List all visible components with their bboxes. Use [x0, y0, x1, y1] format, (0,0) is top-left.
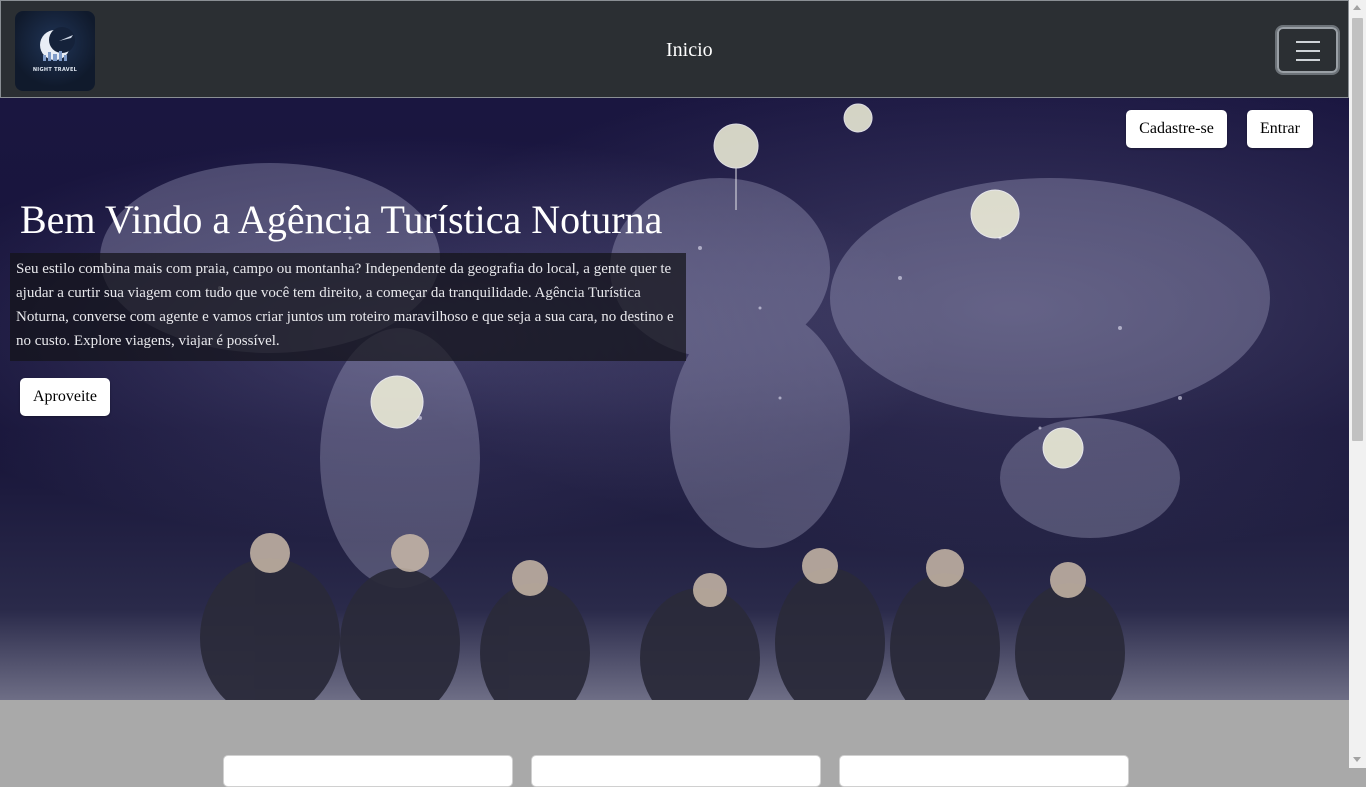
brand-logo[interactable]: NIGHT TRAVEL: [15, 11, 95, 91]
logo-text: NIGHT TRAVEL: [32, 67, 78, 73]
cta-button[interactable]: Aproveite: [20, 378, 110, 416]
vertical-scrollbar[interactable]: [1349, 0, 1366, 768]
navbar: NIGHT TRAVEL Inicio: [0, 0, 1349, 98]
navbar-toggler-button[interactable]: [1277, 27, 1338, 73]
login-button[interactable]: Entrar: [1247, 110, 1313, 148]
scroll-down-icon[interactable]: [1353, 757, 1361, 762]
scroll-up-icon[interactable]: [1353, 5, 1361, 10]
crescent-moon-icon: [40, 27, 75, 61]
scrollbar-thumb[interactable]: [1352, 18, 1363, 441]
hamburger-menu-icon: [1296, 59, 1320, 61]
card[interactable]: [839, 755, 1129, 787]
world-map-background-image: [100, 103, 1270, 700]
signup-button[interactable]: Cadastre-se: [1126, 110, 1227, 148]
nav-link-inicio[interactable]: Inicio: [666, 39, 713, 62]
card[interactable]: [531, 755, 821, 787]
hero-title: Bem Vindo a Agência Turística Noturna: [20, 197, 663, 242]
hero-section: Cadastre-se Entrar Bem Vindo a Agência T…: [0, 98, 1349, 700]
card[interactable]: [223, 755, 513, 787]
hero-description: Seu estilo combina mais com praia, campo…: [10, 253, 686, 361]
hamburger-menu-icon: [1296, 41, 1320, 43]
cards-section: [0, 700, 1349, 787]
hamburger-menu-icon: [1296, 50, 1320, 52]
